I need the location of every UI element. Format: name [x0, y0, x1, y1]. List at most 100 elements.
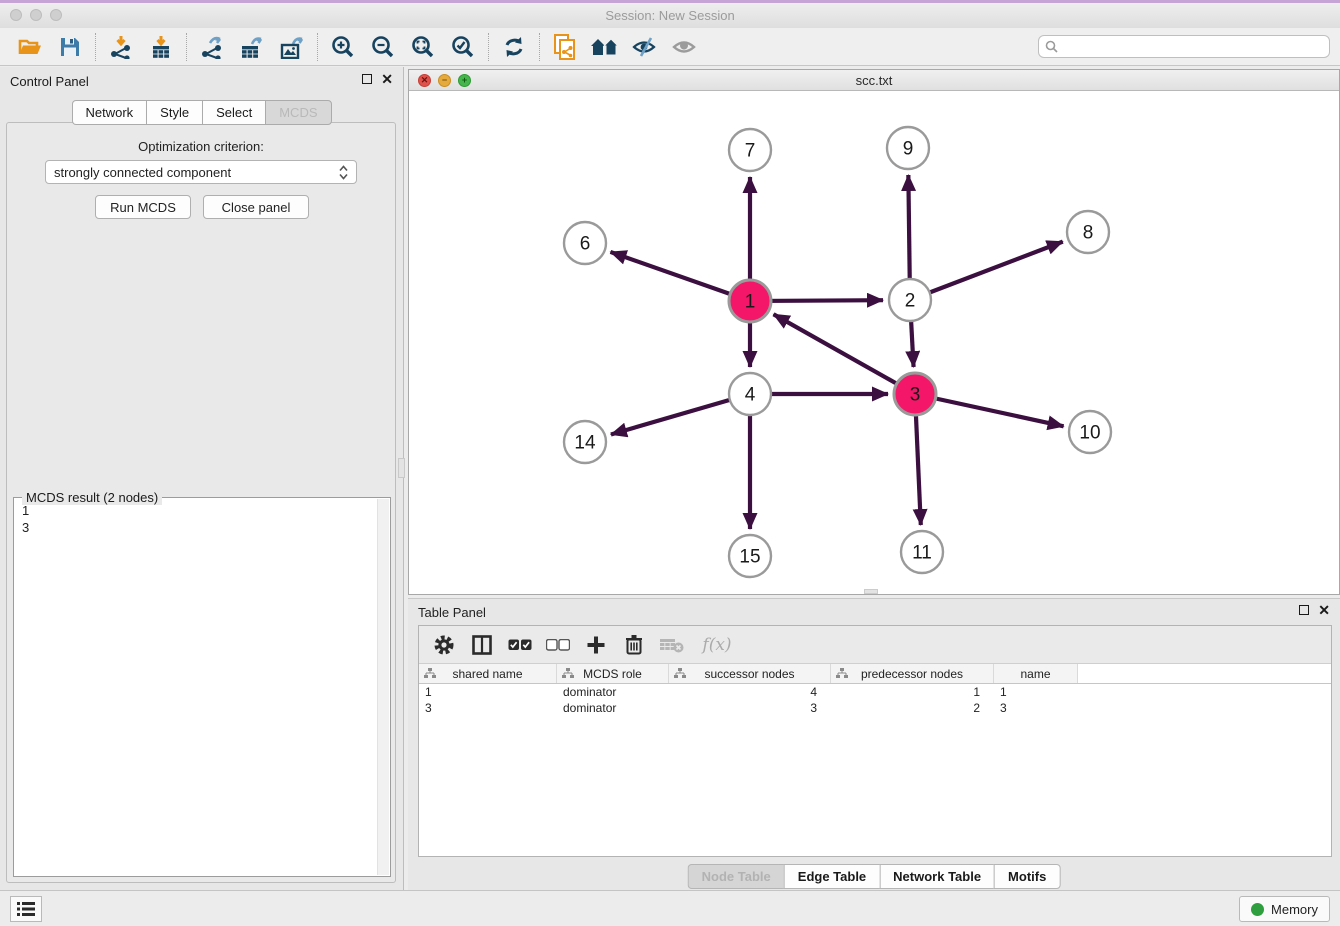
tab-style[interactable]: Style — [146, 100, 202, 125]
export-image-button[interactable] — [272, 31, 312, 63]
export-table-button[interactable] — [232, 31, 272, 63]
deselect-all-icon — [546, 639, 570, 651]
graph-node-2[interactable]: 2 — [889, 279, 931, 321]
column-header-mcds-role[interactable]: MCDS role — [557, 664, 669, 683]
table-row[interactable]: 3dominator323 — [419, 700, 1331, 716]
table-cell[interactable]: 1 — [831, 684, 994, 700]
canvas-splitter-handle[interactable] — [864, 589, 878, 594]
select-all-rows-button[interactable] — [505, 630, 535, 660]
tab-select[interactable]: Select — [202, 100, 265, 125]
graph-node-4[interactable]: 4 — [729, 373, 771, 415]
search-input[interactable] — [1063, 40, 1323, 54]
zoom-out-button[interactable] — [363, 31, 403, 63]
result-scrollbar[interactable] — [377, 499, 389, 875]
graph-node-6[interactable]: 6 — [564, 222, 606, 264]
show-columns-button[interactable] — [467, 630, 497, 660]
graph-edge-2-8[interactable] — [910, 242, 1063, 300]
table-cell[interactable]: 2 — [831, 700, 994, 716]
tab-motifs[interactable]: Motifs — [994, 864, 1060, 889]
table-cell[interactable]: 4 — [669, 684, 831, 700]
column-header-predecessor-nodes[interactable]: predecessor nodes — [831, 664, 994, 683]
close-table-panel-icon[interactable]: ✕ — [1318, 605, 1330, 615]
graph-edge-3-10[interactable] — [915, 394, 1064, 426]
graph-node-label: 7 — [745, 141, 756, 162]
table-settings-button[interactable] — [429, 630, 459, 660]
open-session-button[interactable] — [10, 31, 50, 63]
graph-node-1[interactable]: 1 — [729, 280, 771, 322]
graph-node-15[interactable]: 15 — [729, 535, 771, 577]
gear-icon — [433, 634, 455, 656]
zoom-out-icon — [371, 35, 395, 59]
tab-edge-table[interactable]: Edge Table — [784, 864, 879, 889]
graph-node-7[interactable]: 7 — [729, 129, 771, 171]
node-table: shared name MCDS role successor nodes pr… — [419, 664, 1331, 716]
mcds-result-text[interactable]: 1 3 — [16, 502, 376, 874]
import-table-button[interactable] — [141, 31, 181, 63]
run-mcds-button[interactable]: Run MCDS — [95, 195, 191, 219]
clone-network-button[interactable] — [545, 31, 585, 63]
column-label: predecessor nodes — [861, 667, 963, 681]
graph-node-10[interactable]: 10 — [1069, 411, 1111, 453]
graph-node-label: 14 — [574, 433, 596, 454]
optimization-criterion-dropdown[interactable]: strongly connected component — [45, 160, 357, 184]
column-header-successor-nodes[interactable]: successor nodes — [669, 664, 831, 683]
table-cell[interactable]: dominator — [557, 684, 669, 700]
table-panel: Table Panel ✕ — [408, 598, 1340, 893]
task-history-button[interactable] — [10, 896, 42, 922]
table-row[interactable]: 1dominator411 — [419, 684, 1331, 700]
tab-node-table[interactable]: Node Table — [688, 864, 784, 889]
main-toolbar — [0, 28, 1340, 66]
import-network-button[interactable] — [101, 31, 141, 63]
deselect-all-rows-button[interactable] — [543, 630, 573, 660]
float-table-panel-icon[interactable] — [1299, 605, 1309, 615]
table-cell[interactable]: 3 — [419, 700, 557, 716]
zoom-in-button[interactable] — [323, 31, 363, 63]
network-graph[interactable]: 1 2 3 4 6 7 8 9 10 11 14 15 — [409, 91, 1339, 594]
graph-node-11[interactable]: 11 — [901, 531, 943, 573]
graph-node-14[interactable]: 14 — [564, 421, 606, 463]
search-field[interactable] — [1038, 35, 1330, 58]
close-panel-button[interactable]: Close panel — [203, 195, 309, 219]
refresh-button[interactable] — [494, 31, 534, 63]
node-table-body[interactable]: 1dominator4113dominator323 — [419, 684, 1331, 716]
graph-node-8[interactable]: 8 — [1067, 211, 1109, 253]
node-table-header: shared name MCDS role successor nodes pr… — [419, 664, 1331, 684]
tab-mcds[interactable]: MCDS — [265, 100, 331, 125]
delete-column-button[interactable] — [619, 630, 649, 660]
export-network-button[interactable] — [192, 31, 232, 63]
close-panel-icon[interactable]: ✕ — [381, 74, 393, 84]
graph-edge-3-1[interactable] — [774, 314, 915, 394]
network-window-titlebar[interactable]: ✕ − + scc.txt — [409, 70, 1339, 91]
add-column-button[interactable] — [581, 630, 611, 660]
table-cell[interactable]: 3 — [994, 700, 1078, 716]
panel-splitter-handle[interactable] — [398, 458, 405, 478]
tab-network-table[interactable]: Network Table — [879, 864, 994, 889]
zoom-fit-button[interactable] — [403, 31, 443, 63]
table-cell[interactable]: 1 — [419, 684, 557, 700]
graph-node-9[interactable]: 9 — [887, 127, 929, 169]
save-session-button[interactable] — [50, 31, 90, 63]
column-header-shared-name[interactable]: shared name — [419, 664, 557, 683]
search-icon — [1045, 40, 1058, 53]
tab-network[interactable]: Network — [71, 100, 146, 125]
float-panel-icon[interactable] — [362, 74, 372, 84]
home-button[interactable] — [585, 31, 625, 63]
application-window: Session: New Session — [0, 0, 1340, 926]
graph-node-3[interactable]: 3 — [894, 373, 936, 415]
memory-button[interactable]: Memory — [1239, 896, 1330, 922]
graph-node-label: 2 — [905, 291, 916, 312]
network-canvas[interactable]: 1 2 3 4 6 7 8 9 10 11 14 15 — [409, 91, 1339, 594]
table-cell[interactable]: dominator — [557, 700, 669, 716]
fx-icon: f(x) — [702, 635, 731, 655]
table-cell[interactable]: 1 — [994, 684, 1078, 700]
zoom-selected-button[interactable] — [443, 31, 483, 63]
show-all-button[interactable] — [665, 31, 705, 63]
column-header-name[interactable]: name — [994, 664, 1078, 683]
eye-icon — [672, 36, 698, 58]
network-view-window: ✕ − + scc.txt 1 2 3 4 6 7 8 9 10 11 14 15 — [408, 69, 1340, 595]
status-bar: Memory — [0, 890, 1340, 926]
table-cell[interactable]: 3 — [669, 700, 831, 716]
graph-node-label: 6 — [580, 234, 591, 255]
tree-icon — [424, 668, 436, 679]
hide-selected-button[interactable] — [625, 31, 665, 63]
